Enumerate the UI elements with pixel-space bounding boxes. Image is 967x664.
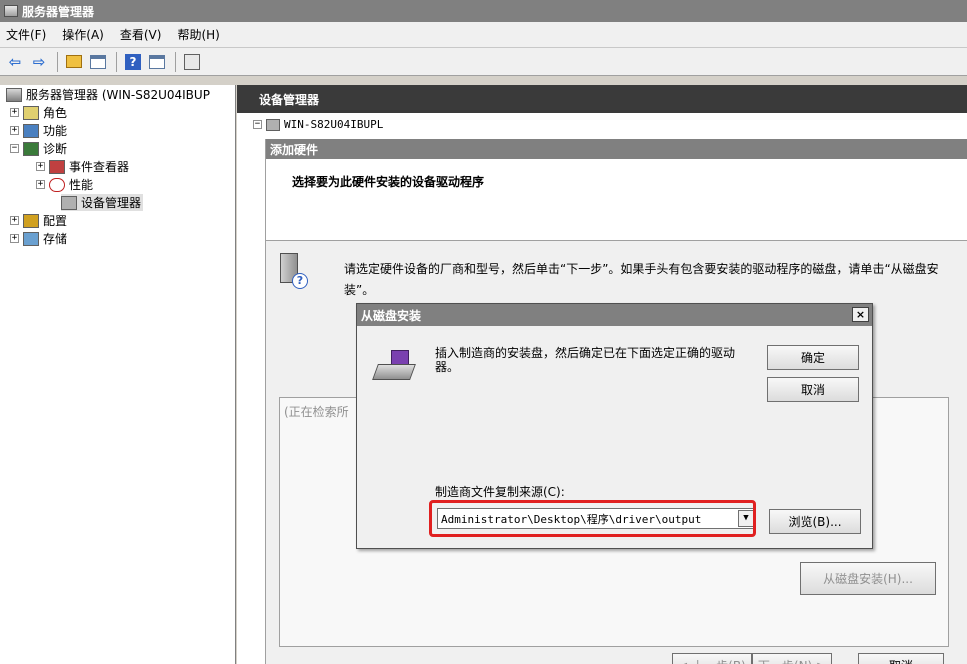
dialog-message: 插入制造商的安装盘，然后确定已在下面选定正确的驱动器。 <box>435 346 736 374</box>
help-icon[interactable]: ? <box>122 51 144 73</box>
show-hide-tree-icon[interactable] <box>87 51 109 73</box>
tree-item-configuration[interactable]: + 配置 <box>10 212 67 229</box>
computer-icon <box>266 118 280 131</box>
expand-icon[interactable]: + <box>36 180 45 189</box>
server-manager-icon <box>4 5 18 17</box>
menu-bar: 文件(F) 操作(A) 查看(V) 帮助(H) <box>0 22 967 48</box>
pane-header: 设备管理器 <box>237 85 967 113</box>
diagnostics-icon <box>23 141 39 156</box>
wizard-header-area: 选择要为此硬件安装的设备驱动程序 <box>266 159 967 241</box>
tree-item-performance[interactable]: + 性能 <box>36 176 93 193</box>
wizard-heading: 选择要为此硬件安装的设备驱动程序 <box>292 175 485 189</box>
tree-label: 角色 <box>43 106 68 120</box>
up-folder-icon[interactable] <box>63 51 85 73</box>
highlight-annotation <box>429 500 756 537</box>
tree-label: 服务器管理器 (WIN-S82U04IBUP <box>26 88 210 102</box>
dialog-cancel-button[interactable]: 取消 <box>767 377 859 402</box>
window-title-bar: 服务器管理器 <box>0 0 967 22</box>
device-tree-root[interactable]: − WIN-S82U04IBUPL <box>253 118 383 131</box>
browse-button[interactable]: 浏览(B)... <box>769 509 861 534</box>
expand-icon[interactable]: + <box>36 162 45 171</box>
features-icon <box>23 123 39 138</box>
ok-button[interactable]: 确定 <box>767 345 859 370</box>
navigation-tree: 服务器管理器 (WIN-S82U04IBUP + 角色 + 功能 − 诊断 + … <box>0 85 236 664</box>
storage-icon <box>23 231 39 246</box>
device-properties-icon[interactable] <box>181 51 203 73</box>
disk-drive-icon <box>372 348 416 384</box>
tree-label: 设备管理器 <box>81 196 142 210</box>
dialog-title-bar: 从磁盘安装 × <box>357 304 872 326</box>
expand-icon[interactable]: + <box>10 126 19 135</box>
tree-item-server-manager[interactable]: 服务器管理器 (WIN-S82U04IBUP <box>6 86 210 103</box>
expand-icon[interactable]: + <box>10 234 19 243</box>
tree-item-features[interactable]: + 功能 <box>10 122 67 139</box>
close-icon[interactable]: × <box>852 307 869 322</box>
performance-icon <box>49 177 65 192</box>
back-arrow-icon[interactable]: ⇦ <box>4 51 26 73</box>
dialog-title: 从磁盘安装 <box>361 308 422 323</box>
menu-file[interactable]: 文件(F) <box>6 26 46 43</box>
collapse-icon[interactable]: − <box>10 144 19 153</box>
expand-icon[interactable]: + <box>10 216 19 225</box>
menu-view[interactable]: 查看(V) <box>120 26 162 43</box>
tree-item-diagnostics[interactable]: − 诊断 <box>10 140 67 157</box>
roles-icon <box>23 105 39 120</box>
toolbar-separator <box>57 51 58 72</box>
device-manager-icon <box>61 195 77 210</box>
configuration-icon <box>23 213 39 228</box>
toolbar-separator <box>175 51 176 72</box>
tree-label: 功能 <box>43 124 68 138</box>
source-label: 制造商文件复制来源(C): <box>435 485 565 499</box>
menu-action[interactable]: 操作(A) <box>62 26 104 43</box>
forward-arrow-icon[interactable]: ⇨ <box>28 51 50 73</box>
show-hide-action-pane-icon[interactable] <box>146 51 168 73</box>
wizard-cancel-button[interactable]: 取消 <box>858 653 944 664</box>
have-disk-button[interactable]: 从磁盘安装(H)... <box>800 562 936 595</box>
tree-item-roles[interactable]: + 角色 <box>10 104 67 121</box>
tree-item-storage[interactable]: + 存储 <box>10 230 67 247</box>
menu-help[interactable]: 帮助(H) <box>177 26 219 43</box>
tree-label: 事件查看器 <box>69 160 130 174</box>
device-root-label: WIN-S82U04IBUPL <box>284 118 384 131</box>
collapse-icon[interactable]: − <box>253 120 262 129</box>
back-button[interactable]: < 上一步(B) <box>672 653 752 664</box>
tree-label: 配置 <box>43 214 68 228</box>
tree-item-device-manager[interactable]: 设备管理器 <box>61 194 144 211</box>
tree-label: 诊断 <box>43 142 68 156</box>
next-button[interactable]: 下一步(N) > <box>752 653 832 664</box>
wizard-description: 请选定硬件设备的厂商和型号，然后单击“下一步”。如果手头有包含要安装的驱动程序的… <box>344 262 939 297</box>
tree-item-event-viewer[interactable]: + 事件查看器 <box>36 158 129 175</box>
event-viewer-icon <box>49 159 65 174</box>
wizard-title: 添加硬件 <box>266 139 967 159</box>
tree-label: 性能 <box>69 178 94 192</box>
hardware-help-icon: ? <box>278 253 308 289</box>
toolbar-separator <box>116 51 117 72</box>
searching-text: (正在检索所 <box>284 405 349 419</box>
expand-icon[interactable]: + <box>10 108 19 117</box>
tree-label: 存储 <box>43 232 68 246</box>
server-icon <box>6 87 22 102</box>
toolbar: ⇦ ⇨ ? <box>0 48 967 76</box>
window-title: 服务器管理器 <box>22 4 95 19</box>
